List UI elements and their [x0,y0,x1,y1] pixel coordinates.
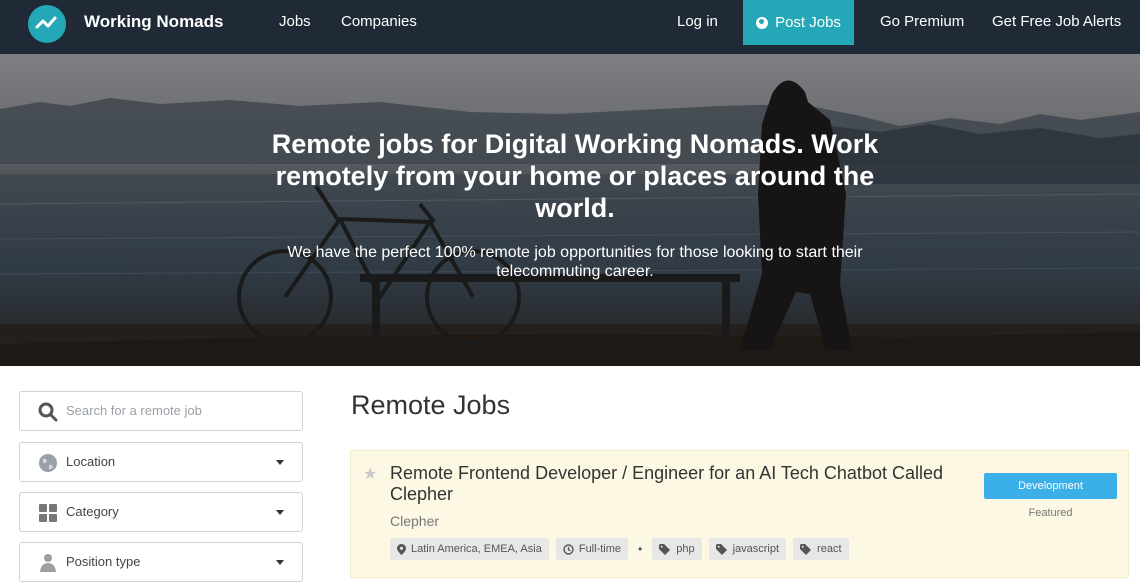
job-title[interactable]: Remote Frontend Developer / Engineer for… [390,463,980,505]
grid-icon [39,504,57,522]
star-icon[interactable]: ★ [363,464,377,484]
post-jobs-button[interactable]: Post Jobs [743,0,854,45]
position-type-select[interactable]: Position type [19,542,303,582]
map-pin-icon [397,543,406,555]
category-select[interactable]: Category [19,492,303,532]
category-badge-button[interactable]: Development [984,473,1117,499]
logo-icon[interactable] [28,5,66,43]
skill-tag-php[interactable]: php [652,538,702,560]
globe-icon [39,454,57,472]
tag-icon [715,543,727,555]
person-icon [40,554,56,572]
skill-tag-label: javascript [732,543,780,555]
skill-tag-label: php [676,543,695,555]
chevron-down-icon [276,560,284,565]
login-link[interactable]: Log in [677,13,718,30]
globe-icon [756,16,769,29]
tag-icon [800,543,812,555]
position-type-label: Position type [66,554,141,569]
chevron-down-icon [276,510,284,515]
search-input[interactable] [66,403,286,418]
top-navbar: Working Nomads Jobs Companies Log in Pos… [0,0,1140,54]
nav-link-companies[interactable]: Companies [341,13,417,30]
hero-subtitle: We have the perfect 100% remote job oppo… [287,244,863,280]
location-tag-label: Latin America, EMEA, Asia [411,543,542,555]
clock-icon [563,543,574,555]
page-title: Remote Jobs [351,390,511,420]
search-icon [38,402,58,422]
post-jobs-label: Post Jobs [775,14,841,31]
job-type-tag: Full-time [555,538,629,560]
tag-icon [659,543,671,555]
job-tags: Latin America, EMEA, Asia Full-time • ph… [390,538,849,560]
skill-tag-react[interactable]: react [793,538,849,560]
job-type-label: Full-time [578,543,622,555]
location-label: Location [66,454,116,469]
job-card[interactable]: ★ Remote Frontend Developer / Engineer f… [350,450,1129,578]
chevron-down-icon [276,460,284,465]
location-tag: Latin America, EMEA, Asia [390,538,549,560]
featured-label: Featured [1028,507,1073,519]
brand-name[interactable]: Working Nomads [84,12,223,32]
location-select[interactable]: Location [19,442,303,482]
hero-title: Remote jobs for Digital Working Nomads. … [271,129,879,223]
skill-tag-label: react [817,543,842,555]
job-alerts-link[interactable]: Get Free Job Alerts [992,13,1121,30]
search-field[interactable] [19,391,303,431]
go-premium-link[interactable]: Go Premium [880,13,964,30]
company-name[interactable]: Clepher [390,513,439,529]
skill-tag-javascript[interactable]: javascript [708,538,787,560]
separator-dot: • [638,542,643,556]
nav-link-jobs[interactable]: Jobs [279,13,311,30]
category-label: Category [66,504,119,519]
hero-banner: Remote jobs for Digital Working Nomads. … [0,54,1140,366]
